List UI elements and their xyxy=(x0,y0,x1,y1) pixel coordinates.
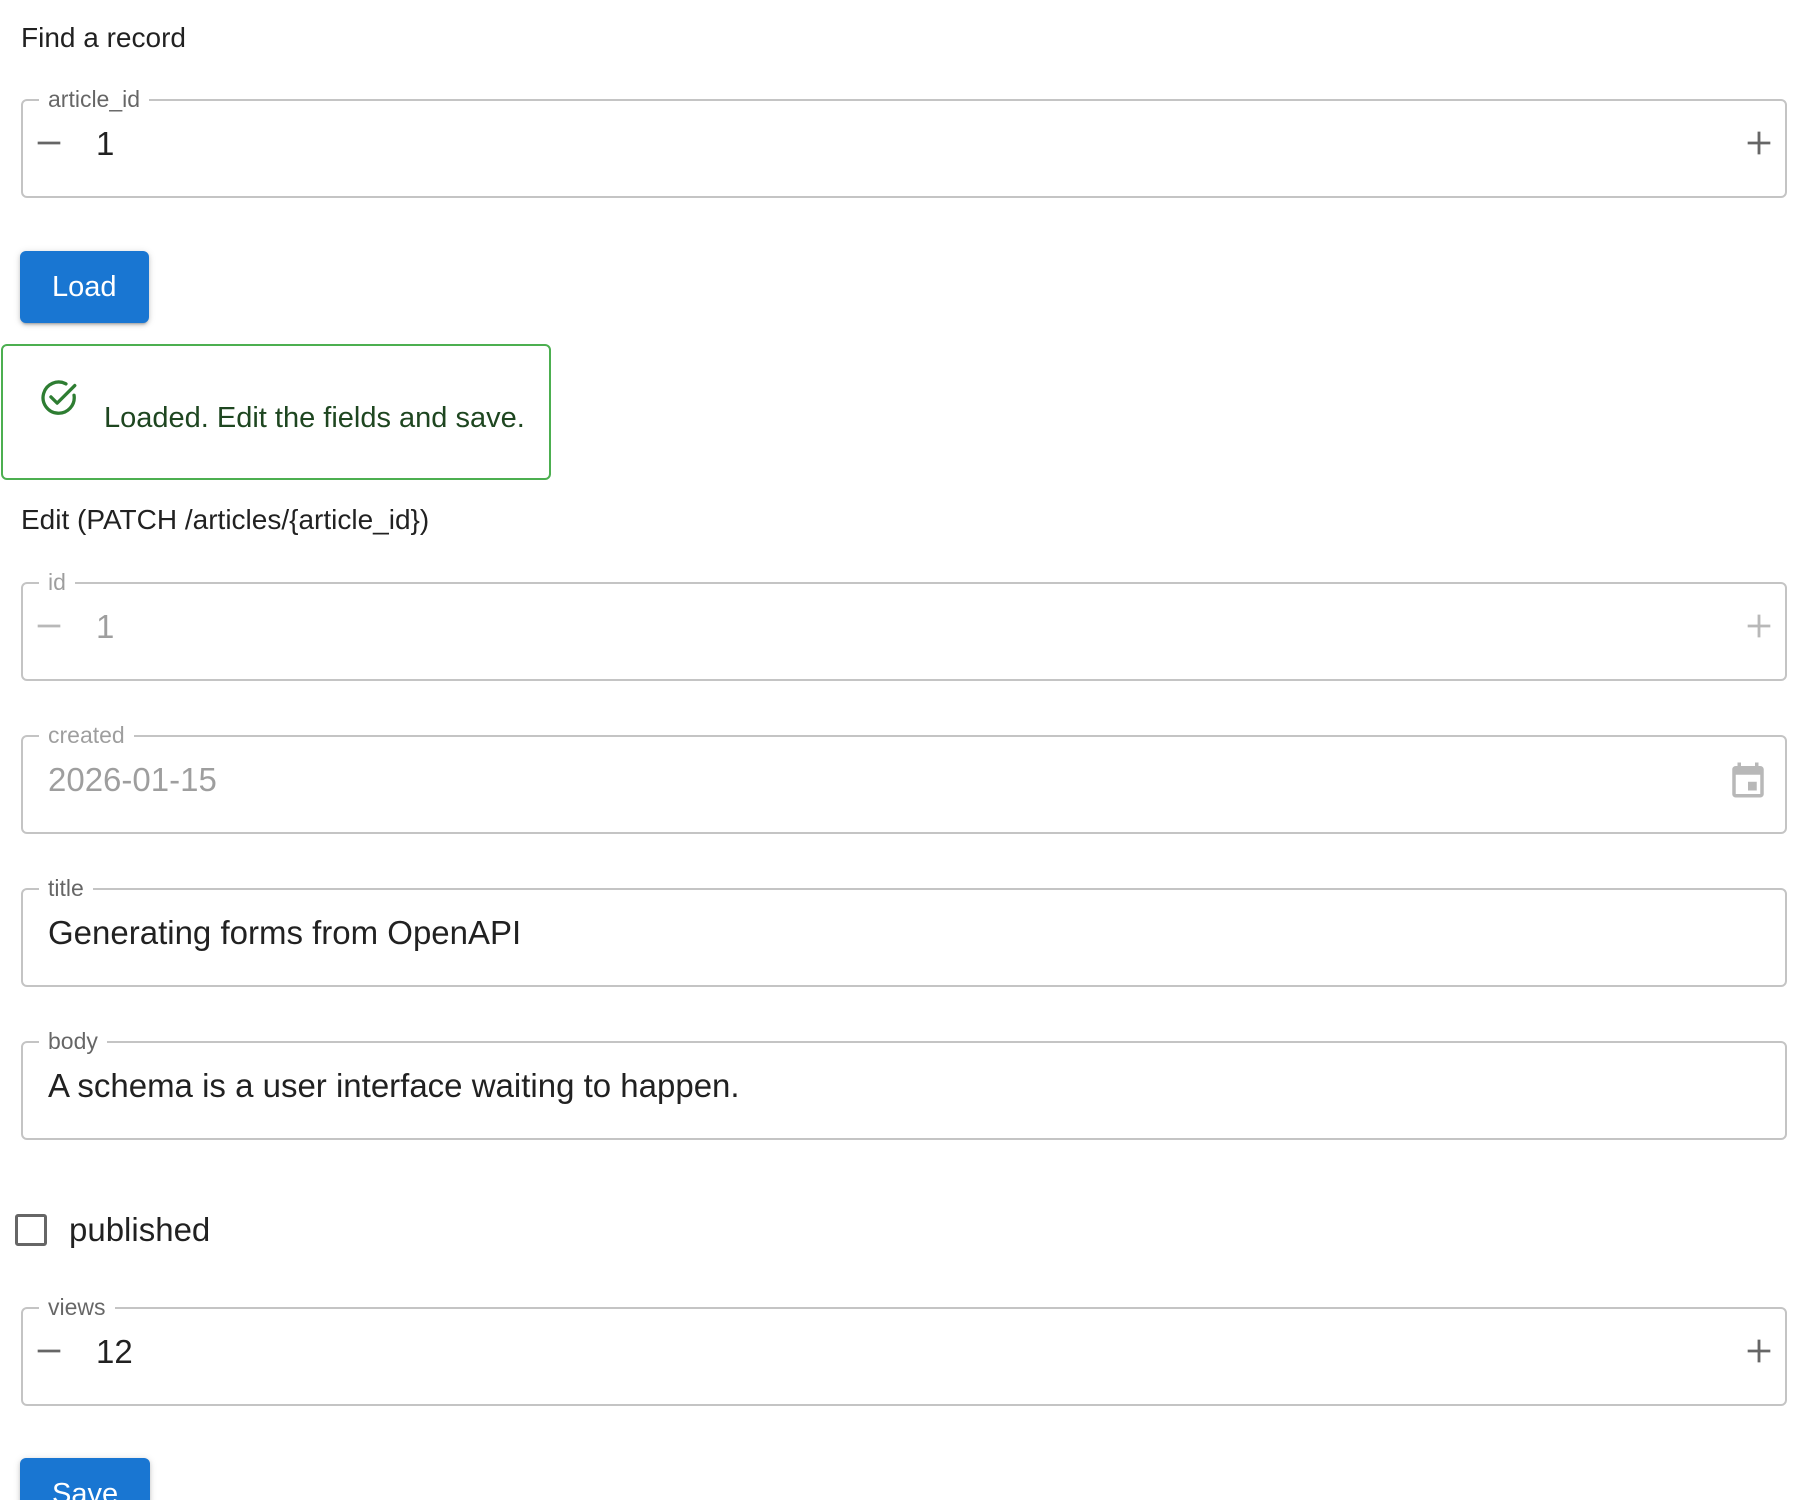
body-field[interactable]: body xyxy=(21,1030,1787,1140)
id-increment-button xyxy=(1737,601,1781,651)
views-field[interactable]: views xyxy=(21,1296,1787,1406)
article-id-input[interactable] xyxy=(96,114,1667,174)
views-label: views xyxy=(48,1294,106,1320)
alert-message: Loaded. Edit the fields and save. xyxy=(104,402,525,434)
published-checkbox[interactable] xyxy=(15,1214,47,1246)
calendar-button xyxy=(1725,757,1771,803)
minus-icon xyxy=(37,141,61,145)
id-decrement-button xyxy=(27,601,71,651)
minus-icon xyxy=(37,624,61,628)
plus-icon xyxy=(1747,1339,1771,1363)
page: Find a record article_id Load Loaded. Ed… xyxy=(0,0,1800,1500)
plus-icon xyxy=(1747,614,1771,638)
minus-icon xyxy=(37,1349,61,1353)
article-id-decrement-button[interactable] xyxy=(27,118,71,168)
success-alert: Loaded. Edit the fields and save. xyxy=(1,344,551,480)
find-section-title: Find a record xyxy=(21,22,186,53)
views-input[interactable] xyxy=(96,1322,1667,1382)
created-label: created xyxy=(48,722,125,748)
id-label: id xyxy=(48,569,66,595)
body-label: body xyxy=(48,1028,98,1054)
check-circle-outline-icon xyxy=(41,380,77,415)
title-field[interactable]: title xyxy=(21,877,1787,987)
save-button[interactable]: Save xyxy=(20,1458,151,1500)
published-checkbox-row[interactable]: published xyxy=(15,1205,210,1255)
body-input[interactable] xyxy=(48,1056,1707,1116)
id-input xyxy=(96,597,1667,657)
views-decrement-button[interactable] xyxy=(27,1326,71,1376)
views-increment-button[interactable] xyxy=(1737,1326,1781,1376)
calendar-icon xyxy=(1732,762,1764,798)
id-field: id xyxy=(21,571,1787,681)
article-id-label: article_id xyxy=(48,86,141,112)
created-input xyxy=(48,750,1707,810)
title-label: title xyxy=(48,875,84,901)
created-field: created xyxy=(21,724,1787,834)
edit-section-title: Edit (PATCH /articles/{article_id}) xyxy=(21,504,430,535)
plus-icon xyxy=(1747,131,1771,155)
article-id-increment-button[interactable] xyxy=(1737,118,1781,168)
article-id-field[interactable]: article_id xyxy=(21,88,1787,198)
title-input[interactable] xyxy=(48,903,1707,963)
published-label: published xyxy=(69,1211,211,1248)
load-button[interactable]: Load xyxy=(20,251,149,323)
